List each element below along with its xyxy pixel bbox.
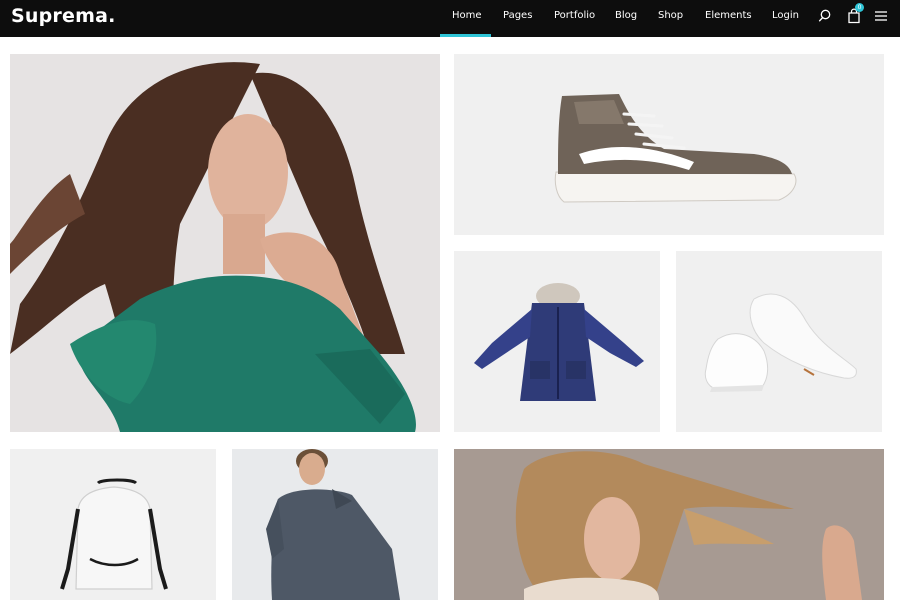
top-navbar: Suprema. Home Pages Portfolio Blog Shop … xyxy=(0,0,900,37)
tile-white-backpack[interactable] xyxy=(10,449,216,600)
tile-hightop-sneaker[interactable] xyxy=(454,54,884,235)
man-gray-sweater-image xyxy=(232,449,438,600)
tile-white-sneakers[interactable] xyxy=(676,251,882,432)
cart-count-badge: 0 xyxy=(855,3,864,12)
white-backpack-image xyxy=(10,449,216,600)
tile-man-gray-sweater[interactable] xyxy=(232,449,438,600)
nav-item-shop[interactable]: Shop xyxy=(658,10,683,21)
woman-blonde-hair-image xyxy=(454,449,884,600)
navy-parka-image xyxy=(454,251,660,432)
nav-item-home[interactable]: Home xyxy=(452,10,482,21)
tile-woman-green-sweater[interactable] xyxy=(10,54,440,432)
nav-item-login[interactable]: Login xyxy=(772,10,799,21)
hightop-sneaker-image xyxy=(454,54,884,235)
brand-logo[interactable]: Suprema. xyxy=(11,5,116,27)
nav-item-blog[interactable]: Blog xyxy=(615,10,637,21)
active-nav-indicator xyxy=(440,34,491,37)
tile-navy-parka[interactable] xyxy=(454,251,660,432)
nav-item-elements[interactable]: Elements xyxy=(705,10,752,21)
search-icon[interactable] xyxy=(816,7,834,25)
woman-green-sweater-image xyxy=(10,54,440,432)
white-sneakers-image xyxy=(676,251,882,432)
tile-woman-blonde-hair[interactable] xyxy=(454,449,884,600)
nav-item-pages[interactable]: Pages xyxy=(503,10,532,21)
nav-item-portfolio[interactable]: Portfolio xyxy=(554,10,595,21)
menu-icon[interactable] xyxy=(872,7,890,25)
